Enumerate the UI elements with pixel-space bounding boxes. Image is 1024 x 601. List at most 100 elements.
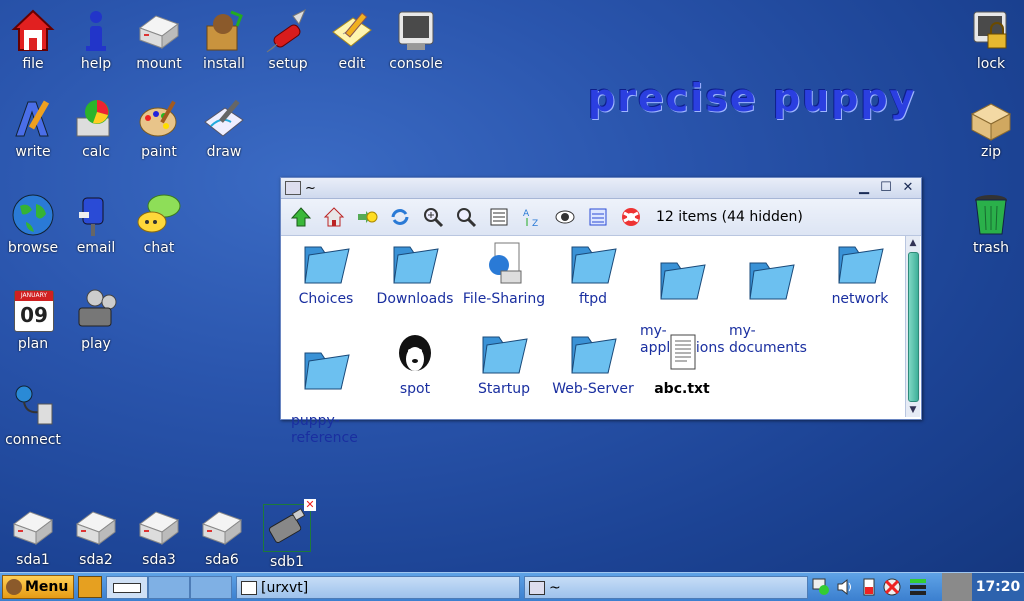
select-list-icon[interactable] [584, 203, 612, 231]
show-hidden-eye-icon[interactable] [551, 203, 579, 231]
unmount-close-icon[interactable]: ✕ [304, 499, 316, 511]
volume-icon[interactable] [836, 578, 856, 596]
file-item-puppy-reference[interactable]: puppy- reference [281, 331, 371, 463]
refresh-icon[interactable] [386, 203, 414, 231]
puppy-dog-icon [390, 331, 440, 377]
desktop-icon-chat[interactable]: chat [126, 192, 192, 256]
text-file-icon [657, 331, 707, 377]
file-grid: Choices Downloads File-Sharing ftpd my- … [281, 235, 905, 446]
file-item-web-server[interactable]: Web-Server [548, 331, 638, 398]
desktop-icon-zip[interactable]: zip [958, 96, 1024, 160]
desktop-icon-calc[interactable]: calc [63, 96, 129, 160]
sort-icon[interactable]: AZ [518, 203, 546, 231]
window-titlebar[interactable]: ~ ▁ ☐ ✕ [281, 178, 921, 199]
spreadsheet-chart-icon [73, 96, 119, 142]
memory-status-icon[interactable] [908, 577, 928, 597]
folder-icon [746, 257, 796, 303]
desktop-pager-3[interactable] [190, 576, 232, 599]
help-lifebuoy-icon[interactable] [617, 203, 645, 231]
home-icon[interactable] [320, 203, 348, 231]
info-icon [73, 8, 119, 54]
file-item-downloads[interactable]: Downloads [370, 241, 460, 308]
draw-pen-icon [201, 96, 247, 142]
folder-icon [479, 331, 529, 377]
desktop-pager-2[interactable] [148, 576, 190, 599]
drive-sda6[interactable]: sda6 [189, 504, 255, 568]
file-item-my-documents[interactable]: my- documents [726, 241, 816, 373]
trash-bin-icon [968, 192, 1014, 238]
scrollbar-thumb[interactable] [908, 252, 919, 402]
task-file-manager[interactable]: ~ [524, 576, 808, 599]
desktop-icon-play[interactable]: play [63, 288, 129, 352]
film-projector-icon [73, 288, 119, 334]
calendar-icon: JANUARY 09 [10, 288, 56, 334]
desktop-icon-file[interactable]: file [0, 8, 66, 72]
hard-drive-icon [73, 504, 119, 550]
network-plug-icon [10, 384, 56, 430]
palette-icon [136, 96, 182, 142]
file-manager-window[interactable]: ~ ▁ ☐ ✕ AZ 12 items (44 hidden) Choices … [280, 177, 922, 446]
bookmarks-icon[interactable] [353, 203, 381, 231]
lock-screen-icon [968, 8, 1014, 54]
desktop-icon-lock[interactable]: lock [958, 8, 1024, 72]
mailbox-icon [73, 192, 119, 238]
details-view-icon[interactable] [485, 203, 513, 231]
network-status-icon[interactable] [812, 578, 830, 596]
desktop-icon-paint[interactable]: paint [126, 96, 192, 160]
start-menu-button[interactable]: Menu [2, 575, 74, 599]
desktop-icon-help[interactable]: help [63, 8, 129, 72]
desktop-icon-connect[interactable]: connect [0, 384, 66, 448]
desktop-icon-install[interactable]: install [191, 8, 257, 72]
word-processor-icon [10, 96, 56, 142]
desktop-icon-email[interactable]: email [63, 192, 129, 256]
folder-icon [568, 331, 618, 377]
hard-drive-icon [199, 504, 245, 550]
desktop-icon-draw[interactable]: draw [191, 96, 257, 160]
zoom-fit-icon[interactable] [452, 203, 480, 231]
desktop-icon-plan[interactable]: JANUARY 09 plan [0, 288, 66, 352]
scroll-down-arrow-icon[interactable]: ▼ [906, 403, 920, 417]
file-item-file-sharing[interactable]: File-Sharing [459, 241, 549, 308]
scroll-up-arrow-icon[interactable]: ▲ [906, 236, 920, 250]
file-manager-icon [529, 580, 545, 595]
firewall-icon[interactable] [882, 577, 902, 597]
swiss-knife-icon [265, 8, 311, 54]
package-dog-icon [201, 8, 247, 54]
file-item-ftpd[interactable]: ftpd [548, 241, 638, 308]
task-urxvt[interactable]: [urxvt] [236, 576, 520, 599]
battery-icon[interactable] [862, 577, 876, 597]
desktop-icon-edit[interactable]: edit [319, 8, 385, 72]
file-item-choices[interactable]: Choices [281, 241, 371, 308]
vertical-scrollbar[interactable]: ▲ ▼ [905, 236, 920, 417]
minimize-icon[interactable]: ▁ [855, 180, 873, 196]
drive-sdb1[interactable]: ✕ sdb1 [254, 499, 320, 570]
desktop-icon-mount[interactable]: mount [126, 8, 192, 72]
maximize-icon[interactable]: ☐ [877, 180, 895, 196]
zoom-in-icon[interactable] [419, 203, 447, 231]
file-item-network[interactable]: network [815, 241, 905, 308]
file-item-startup[interactable]: Startup [459, 331, 549, 398]
desktop-icon-setup[interactable]: setup [255, 8, 321, 72]
globe-icon [10, 192, 56, 238]
desktop-icon-console[interactable]: console [383, 8, 449, 72]
puppy-menu-icon [6, 579, 22, 595]
quicklaunch-puppy-icon[interactable] [78, 576, 102, 598]
folder-icon [657, 257, 707, 303]
archive-box-icon [968, 96, 1014, 142]
drive-sda3[interactable]: sda3 [126, 504, 192, 568]
file-item-spot[interactable]: spot [370, 331, 460, 398]
network-share-icon [479, 241, 529, 287]
desktop-pager-1[interactable] [106, 576, 148, 599]
desktop-icon-browse[interactable]: browse [0, 192, 66, 256]
close-icon[interactable]: ✕ [899, 180, 917, 196]
desktop-icon-write[interactable]: write [0, 96, 66, 160]
home-icon [10, 8, 56, 54]
drive-sda2[interactable]: sda2 [63, 504, 129, 568]
desktop-icon-trash[interactable]: trash [958, 192, 1024, 256]
tray-spacer [942, 573, 972, 601]
clock[interactable]: 17:20 [972, 573, 1024, 601]
monitor-icon [393, 8, 439, 54]
file-item-abc-txt[interactable]: abc.txt [637, 331, 727, 398]
up-arrow-icon[interactable] [287, 203, 315, 231]
drive-sda1[interactable]: sda1 [0, 504, 66, 568]
